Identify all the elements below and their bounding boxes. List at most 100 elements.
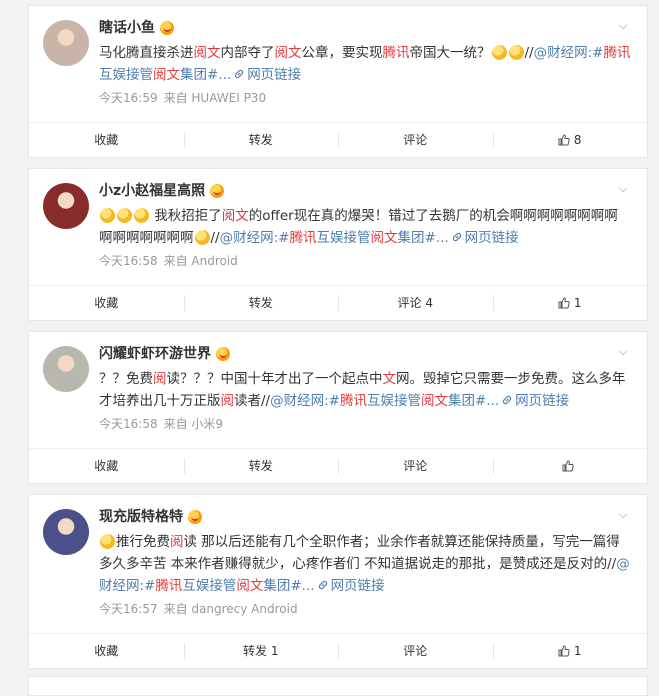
text-segment: //	[524, 45, 534, 61]
inline-link[interactable]: :#	[588, 45, 604, 61]
inline-link[interactable]: 网页链接	[247, 67, 301, 83]
text-segment: 读？？？中国十年才出了一个起点中	[166, 371, 383, 387]
post-text: ？？免费阅读？？？中国十年才出了一个起点中文网。毁掉它只需要一步免费。这么多年才…	[99, 368, 631, 412]
link-icon[interactable]	[501, 391, 513, 405]
repost-button[interactable]: 转发	[183, 123, 339, 157]
keyword-highlight: 阅	[170, 534, 184, 550]
comment-button[interactable]: 评论	[338, 449, 493, 483]
link-icon[interactable]	[451, 228, 463, 242]
keyword-highlight: 腾讯	[155, 578, 183, 594]
inline-link[interactable]: :#	[324, 393, 340, 409]
favorite-button[interactable]: 收藏	[29, 449, 184, 483]
inline-link[interactable]: 集团	[263, 578, 290, 594]
action-bar: 收藏 转发 1 评论 1	[29, 633, 647, 668]
post-card: ⌵ 闪耀虾虾环游世界 ？？免费阅读？？？中国十年才出了一个起点中文网。毁掉它只需…	[28, 331, 648, 484]
user-name-row: 瞎话小鱼	[99, 18, 631, 38]
like-button[interactable]: 1	[492, 634, 648, 668]
inline-link[interactable]: 网页链接	[465, 230, 519, 246]
inline-link[interactable]: 网页链接	[515, 393, 569, 409]
inline-link[interactable]: :#	[274, 230, 290, 246]
user-name[interactable]: 瞎话小鱼	[99, 18, 155, 38]
avatar[interactable]	[43, 509, 89, 555]
inline-link[interactable]: 网页链接	[331, 578, 385, 594]
text-segment: 推行免费	[116, 534, 170, 550]
comment-button[interactable]: 评论	[338, 123, 493, 157]
inline-link[interactable]: 互娱接管	[316, 230, 370, 246]
inline-link[interactable]: 互娱接管	[182, 578, 236, 594]
comment-button[interactable]: 评论	[338, 634, 493, 668]
post-body: ⌵ 现充版特格特 推行免费阅读 那以后还能有几个全职作者；业余作者就算还能保持质…	[29, 495, 647, 633]
avatar[interactable]	[43, 346, 89, 392]
user-name[interactable]: 闪耀虾虾环游世界	[99, 344, 211, 364]
inline-link[interactable]: 集团	[448, 393, 475, 409]
inline-link[interactable]: @财经网	[270, 393, 324, 409]
link-icon[interactable]	[317, 576, 329, 590]
like-button[interactable]: 1	[492, 286, 648, 320]
emoji-icon	[100, 534, 115, 549]
post-meta: 今天16:59 来自 HUAWEI P30	[99, 88, 631, 122]
repost-button[interactable]: 转发 1	[183, 634, 339, 668]
user-name[interactable]: 现充版特格特	[99, 507, 183, 527]
post-time[interactable]: 今天16:59	[99, 91, 158, 105]
avatar-image	[43, 183, 89, 229]
text-segment: 我秋招拒了	[150, 208, 222, 224]
post-card: ⌵ 现充版特格特 推行免费阅读 那以后还能有几个全职作者；业余作者就算还能保持质…	[28, 494, 648, 669]
avatar-image	[43, 20, 89, 66]
post-time[interactable]: 今天16:57	[99, 602, 158, 616]
user-name-row: 小z小赵福星高照	[99, 181, 631, 201]
avatar[interactable]	[43, 20, 89, 66]
post-text: 我秋招拒了阅文的offer现在真的爆哭！错过了去鹅厂的机会啊啊啊啊啊啊啊啊啊啊啊…	[99, 205, 631, 249]
inline-link[interactable]: 集团	[180, 67, 207, 83]
like-button[interactable]	[492, 449, 648, 483]
keyword-highlight: 阅文	[420, 393, 448, 409]
inline-link[interactable]: #...	[290, 578, 314, 594]
like-count: 1	[573, 296, 582, 310]
chevron-down-icon[interactable]: ⌵	[619, 509, 631, 521]
post-body: ⌵ 瞎话小鱼 马化腾直接杀进阅文内部夺了阅文公章，要实现腾讯帝国大一统？//@财…	[29, 6, 647, 122]
like-count: 1	[573, 644, 582, 658]
repost-button[interactable]: 转发	[183, 449, 339, 483]
vip-badge-icon	[188, 510, 202, 524]
text-segment: 读者//	[234, 393, 271, 409]
text-segment: ？？免费	[99, 371, 153, 387]
post-body: ⌵ 闪耀虾虾环游世界 ？？免费阅读？？？中国十年才出了一个起点中文网。毁掉它只需…	[29, 332, 647, 448]
action-bar: 收藏 转发 评论 8	[29, 122, 647, 157]
favorite-button[interactable]: 收藏	[29, 286, 184, 320]
keyword-highlight: 阅	[153, 371, 167, 387]
inline-link[interactable]: @财经网	[220, 230, 274, 246]
vip-badge-icon	[210, 184, 225, 198]
inline-link[interactable]: #...	[424, 230, 448, 246]
post-source: 来自 Android	[163, 254, 238, 268]
thumb-up-icon	[558, 297, 570, 309]
avatar[interactable]	[43, 183, 89, 229]
inline-link[interactable]: :#	[140, 578, 156, 594]
like-button[interactable]: 8	[492, 123, 648, 157]
inline-link[interactable]: 互娱接管	[367, 393, 421, 409]
post-source: 来自 小米9	[163, 417, 224, 431]
keyword-highlight: 阅文	[221, 208, 249, 224]
favorite-button[interactable]: 收藏	[29, 123, 184, 157]
chevron-down-icon[interactable]: ⌵	[619, 183, 631, 195]
inline-link[interactable]: #...	[475, 393, 499, 409]
post-time[interactable]: 今天16:58	[99, 417, 158, 431]
favorite-button[interactable]: 收藏	[29, 634, 184, 668]
inline-link[interactable]: #...	[207, 67, 231, 83]
link-icon[interactable]	[233, 65, 245, 79]
comment-button[interactable]: 评论 4	[338, 286, 493, 320]
chevron-down-icon[interactable]: ⌵	[619, 346, 631, 358]
repost-button[interactable]: 转发	[183, 286, 339, 320]
post-time[interactable]: 今天16:58	[99, 254, 158, 268]
emoji-icon	[100, 208, 115, 223]
vip-badge-icon	[160, 21, 174, 35]
inline-link[interactable]: 互娱接管	[99, 67, 153, 83]
chevron-down-icon[interactable]: ⌵	[619, 20, 631, 32]
keyword-highlight: 腾讯	[289, 230, 317, 246]
inline-link[interactable]: 集团	[397, 230, 424, 246]
text-segment: 马化腾直接杀进	[99, 45, 194, 61]
inline-link[interactable]: @财经网	[534, 45, 588, 61]
post-source: 来自 dangrecy Android	[163, 602, 298, 616]
action-bar: 收藏 转发 评论	[29, 448, 647, 483]
post-card: ⌵ 瞎话小鱼 马化腾直接杀进阅文内部夺了阅文公章，要实现腾讯帝国大一统？//@财…	[28, 5, 648, 158]
post-body: ⌵ 小z小赵福星高照 我秋招拒了阅文的offer现在真的爆哭！错过了去鹅厂的机会…	[29, 169, 647, 285]
user-name[interactable]: 小z小赵福星高照	[99, 181, 205, 201]
